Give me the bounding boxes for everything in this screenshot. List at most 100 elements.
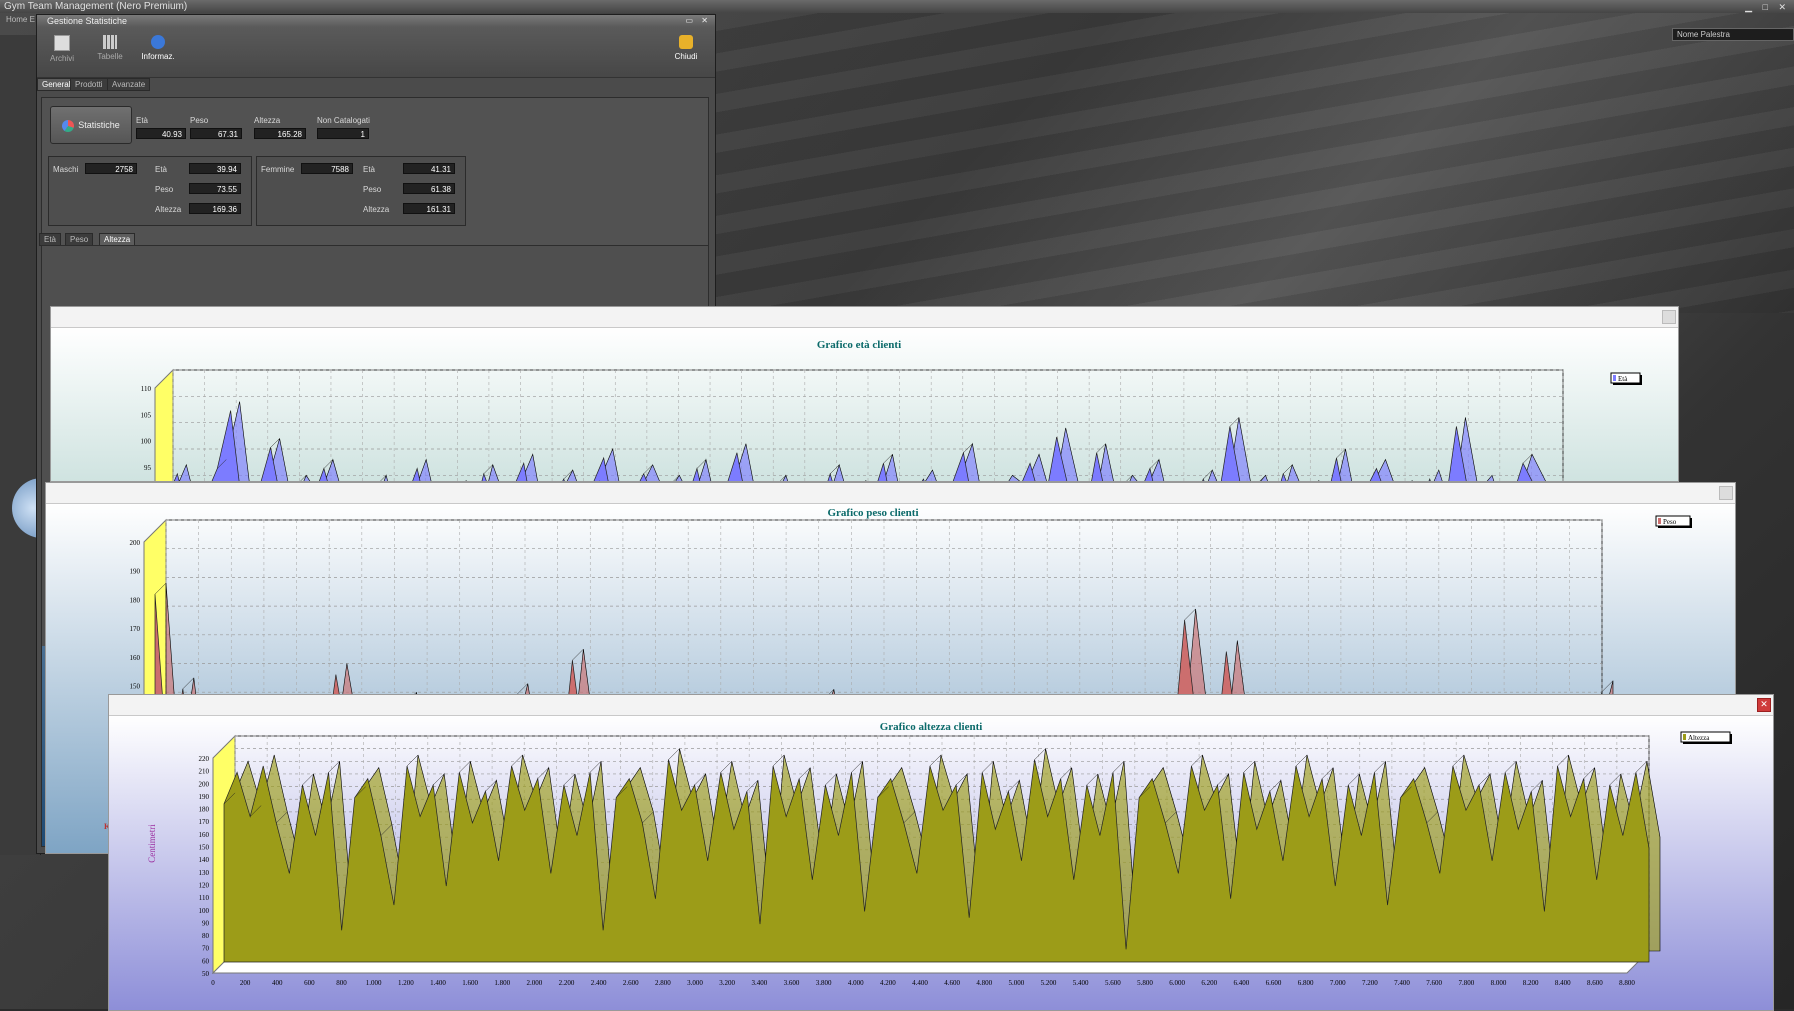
male-peso: 73.55 <box>189 183 241 194</box>
x-tick-label: 3.200 <box>719 979 735 987</box>
peso-chart-window-bar <box>46 483 1735 504</box>
statistics-window-controls[interactable]: ▭ ✕ <box>686 15 711 27</box>
summary-peso-value: 67.31 <box>190 128 242 139</box>
side-wall <box>154 368 174 481</box>
tabelle-button[interactable]: Tabelle <box>85 35 135 61</box>
statistics-window-titlebar: Gestione Statistiche ▭ ✕ <box>37 15 715 27</box>
y-tick-label: 120 <box>199 881 210 889</box>
chart-title: Grafico altezza clienti <box>880 721 983 733</box>
archivi-button[interactable]: Archivi <box>37 35 87 63</box>
eta-chart: Grafico età clienti11010510095908580Età <box>51 328 1678 481</box>
altezza-chart: Grafico altezza clienti 220 210 200 190 180 17… <box>109 716 1773 1010</box>
y-tick-label: 160 <box>130 654 141 662</box>
female-group: Femmine 7588 Età 41.31 Peso 61.38 Altezz… <box>256 156 466 226</box>
y-tick-label: 220 <box>199 755 210 763</box>
y-axis-label: Centimetri <box>147 824 157 863</box>
female-peso: 61.38 <box>403 183 455 194</box>
informaz-button[interactable]: Informaz. <box>133 35 183 61</box>
general-panel: Statistiche Età 40.93 Peso 67.31 Altezza… <box>41 97 709 249</box>
statistics-tabs: Generali Prodotti Avanzate <box>37 78 715 91</box>
x-tick-label: 8.000 <box>1491 979 1507 987</box>
chart-title: Grafico età clienti <box>817 339 901 351</box>
statistiche-button[interactable]: Statistiche <box>50 106 132 144</box>
chart-background <box>51 328 1678 481</box>
x-tick-label: 4.000 <box>848 979 864 987</box>
chiudi-button[interactable]: Chiudi <box>661 35 711 61</box>
x-tick-label: 8.800 <box>1619 979 1635 987</box>
summary-peso-label: Peso <box>190 116 209 125</box>
statistics-toolbar: Archivi Tabelle Informaz. Chiudi <box>37 27 715 78</box>
y-tick-label: 80 <box>202 932 210 940</box>
x-tick-label: 8.200 <box>1523 979 1539 987</box>
x-tick-label: 2.200 <box>559 979 575 987</box>
x-tick-label: 6.200 <box>1201 979 1217 987</box>
altezza-chart-window: ✕ Grafico altezza clienti 220 210 200 190 180… <box>108 694 1774 1011</box>
y-tick-label: 100 <box>199 907 210 915</box>
tab-prodotti[interactable]: Prodotti <box>70 78 108 91</box>
y-tick-label: 200 <box>130 539 141 547</box>
y-tick-label: 110 <box>199 894 210 902</box>
male-altezza: 169.36 <box>189 203 241 214</box>
chart-title: Grafico peso clienti <box>827 507 918 519</box>
x-tick-label: 4.200 <box>880 979 896 987</box>
chart-pie-icon <box>62 119 75 132</box>
male-eta: 39.94 <box>189 163 241 174</box>
x-tick-label: 2.600 <box>623 979 639 987</box>
x-tick-label: 200 <box>240 979 251 987</box>
eta-chart-close-button[interactable] <box>1662 310 1676 324</box>
y-tick-label: 105 <box>141 411 152 419</box>
y-tick-label: 200 <box>199 780 210 788</box>
legend-label: Età <box>1618 375 1628 383</box>
x-tick-label: 0 <box>211 979 215 987</box>
chart-tabs: Età Peso Altezza <box>37 233 715 246</box>
grid-icon <box>103 35 117 49</box>
summary-noncat-value: 1 <box>317 128 369 139</box>
desktop-decoration <box>715 13 1794 313</box>
female-peso-label: Peso <box>363 185 382 194</box>
summary-eta-value: 40.93 <box>136 128 186 139</box>
male-altezza-label: Altezza <box>155 205 182 214</box>
legend: Età <box>1610 372 1642 385</box>
document-icon <box>54 35 70 51</box>
exit-icon <box>679 35 693 49</box>
y-tick-label: 150 <box>199 844 210 852</box>
x-tick-label: 6.000 <box>1169 979 1185 987</box>
female-label: Femmine <box>261 165 295 174</box>
y-tick-label: 180 <box>130 596 141 604</box>
y-tick-label: 60 <box>202 957 210 965</box>
peso-chart-close-button[interactable] <box>1719 486 1733 500</box>
altezza-chart-close-button[interactable]: ✕ <box>1757 698 1771 712</box>
app-title: Gym Team Management (Nero Premium) <box>4 1 188 12</box>
x-tick-label: 7.000 <box>1330 979 1346 987</box>
x-tick-label: 5.200 <box>1041 979 1057 987</box>
y-tick-label: 170 <box>199 818 210 826</box>
summary-noncat-label: Non Catalogati <box>317 116 370 125</box>
legend: Peso <box>1655 515 1692 528</box>
x-tick-label: 6.600 <box>1266 979 1282 987</box>
x-tick-label: 6.800 <box>1298 979 1314 987</box>
legend: Altezza <box>1680 731 1732 744</box>
male-peso-label: Peso <box>155 185 174 194</box>
y-tick-label: 50 <box>202 970 210 978</box>
y-tick-label: 170 <box>130 625 141 633</box>
eta-chart-window-bar <box>51 307 1678 328</box>
x-tick-label: 1.400 <box>430 979 446 987</box>
tab-avanzate[interactable]: Avanzate <box>107 78 151 91</box>
x-tick-label: 1.200 <box>398 979 414 987</box>
summary-altezza-label: Altezza <box>254 116 281 125</box>
tabelle-label: Tabelle <box>97 52 123 61</box>
x-tick-label: 4.800 <box>976 979 992 987</box>
x-tick-label: 6.400 <box>1233 979 1249 987</box>
legend-label: Peso <box>1663 518 1677 526</box>
y-tick-label: 140 <box>199 856 210 864</box>
y-tick-label: 95 <box>144 464 152 472</box>
y-tick-label: 100 <box>141 438 152 446</box>
user-select[interactable]: Nome Palestra <box>1672 28 1794 41</box>
x-tick-label: 1.000 <box>366 979 382 987</box>
chiudi-label: Chiudi <box>674 52 698 61</box>
legend-label: Altezza <box>1688 734 1710 742</box>
x-tick-label: 4.400 <box>912 979 928 987</box>
x-tick-label: 8.600 <box>1587 979 1603 987</box>
archivi-label: Archivi <box>49 54 74 63</box>
female-count: 7588 <box>301 163 353 174</box>
